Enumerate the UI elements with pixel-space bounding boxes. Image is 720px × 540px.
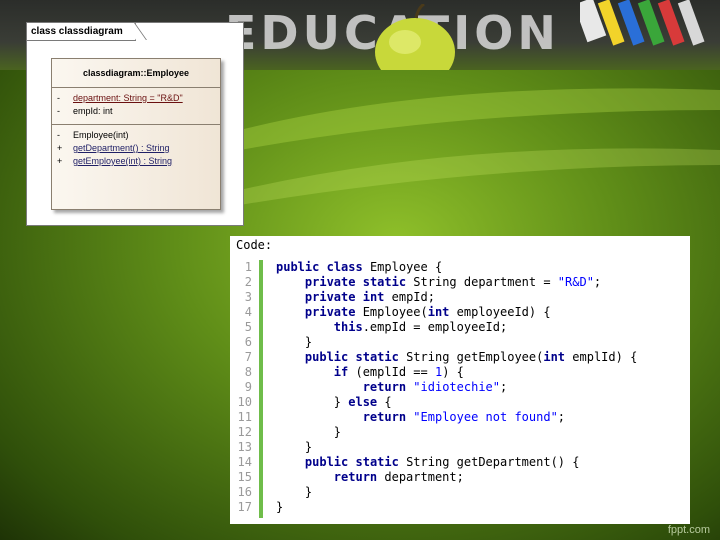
- line-number: 16: [237, 485, 252, 499]
- code-text: } else {: [276, 395, 392, 409]
- uml-operation: + getDepartment() : String: [52, 142, 220, 155]
- visibility-marker: -: [57, 130, 60, 140]
- code-line: 10 } else {: [230, 395, 690, 410]
- line-number: 7: [244, 350, 252, 364]
- uml-attribute: - department: String = "R&D": [52, 92, 220, 105]
- apple-icon: [375, 4, 455, 70]
- code-line: 17}: [230, 500, 690, 515]
- line-number: 11: [237, 410, 252, 424]
- code-text: if (emplId == 1) {: [333, 365, 464, 379]
- visibility-marker: -: [57, 106, 60, 116]
- line-number: 15: [237, 470, 252, 484]
- line-number: 5: [244, 320, 252, 334]
- uml-operations-section: - Employee(int) + getDepartment() : Stri…: [52, 125, 220, 168]
- code-text: }: [276, 485, 313, 499]
- crayons-icon: [580, 0, 705, 46]
- code-line: 8 if (emplId == 1) {: [230, 365, 690, 380]
- attribute-text: empId: int: [73, 106, 113, 116]
- code-line: 15 return department;: [230, 470, 690, 485]
- code-text: this.empId = employeeId;: [333, 320, 508, 334]
- line-number: 10: [237, 395, 252, 409]
- line-number: 12: [237, 425, 252, 439]
- code-text: }: [276, 335, 313, 349]
- code-text: }: [276, 440, 313, 454]
- line-number: 17: [237, 500, 252, 514]
- code-text: private static String department = "R&D"…: [304, 275, 602, 289]
- code-text: public static String getEmployee(int emp…: [304, 350, 638, 364]
- uml-class-box[interactable]: classdiagram::Employee - department: Str…: [51, 58, 221, 210]
- code-line: 2 private static String department = "R&…: [230, 275, 690, 290]
- code-listing[interactable]: 1 public class Employee {2 private static…: [230, 260, 690, 515]
- code-title: Code:: [236, 238, 273, 252]
- operation-text: getEmployee(int) : String: [73, 156, 173, 166]
- code-panel: Code: 1 public class Employee {2 private …: [230, 236, 690, 524]
- line-number: 2: [244, 275, 252, 289]
- code-text: private Employee(int employeeId) {: [304, 305, 551, 319]
- uml-operation: - Employee(int): [52, 129, 220, 142]
- code-line: 4 private Employee(int employeeId) {: [230, 305, 690, 320]
- code-text: return "Employee not found";: [362, 410, 566, 424]
- code-text: return department;: [333, 470, 464, 484]
- line-number: 13: [237, 440, 252, 454]
- code-text: }: [276, 425, 342, 439]
- code-line: 1 public class Employee {: [230, 260, 690, 275]
- code-line: 9 return "idiotechie";: [230, 380, 690, 395]
- code-line: 7 public static String getEmployee(int e…: [230, 350, 690, 365]
- attribute-text: department: String = "R&D": [73, 93, 183, 103]
- visibility-marker: -: [57, 93, 60, 103]
- code-line: 12 }: [230, 425, 690, 440]
- code-text: }: [276, 500, 284, 514]
- code-line: 6 }: [230, 335, 690, 350]
- line-number: 9: [244, 380, 252, 394]
- code-text: public class Employee {: [276, 260, 443, 274]
- code-line: 5 this.empId = employeeId;: [230, 320, 690, 335]
- line-number: 1: [244, 260, 252, 274]
- uml-operation: + getEmployee(int) : String: [52, 155, 220, 168]
- operation-text: Employee(int): [73, 130, 129, 140]
- line-number: 4: [244, 305, 252, 319]
- line-number: 3: [244, 290, 252, 304]
- uml-diagram-frame: class classdiagram classdiagram::Employe…: [26, 22, 244, 226]
- code-text: public static String getDepartment() {: [304, 455, 580, 469]
- uml-attribute: - empId: int: [52, 105, 220, 118]
- code-line: 13 }: [230, 440, 690, 455]
- line-number: 14: [237, 455, 252, 469]
- code-text: return "idiotechie";: [362, 380, 508, 394]
- operation-text: getDepartment() : String: [73, 143, 170, 153]
- visibility-marker: +: [57, 156, 63, 166]
- code-text: private int empId;: [304, 290, 435, 304]
- line-number: 8: [244, 365, 252, 379]
- background-swoosh: [240, 88, 720, 205]
- code-line: 14 public static String getDepartment() …: [230, 455, 690, 470]
- code-line: 3 private int empId;: [230, 290, 690, 305]
- uml-class-name: classdiagram::Employee: [52, 59, 220, 88]
- uml-attributes-section: - department: String = "R&D" - empId: in…: [52, 88, 220, 125]
- code-line: 11 return "Employee not found";: [230, 410, 690, 425]
- diagram-frame-title: class classdiagram: [27, 23, 136, 41]
- watermark: fppt.com: [667, 524, 710, 536]
- line-number: 6: [244, 335, 252, 349]
- visibility-marker: +: [57, 143, 63, 153]
- code-line: 16 }: [230, 485, 690, 500]
